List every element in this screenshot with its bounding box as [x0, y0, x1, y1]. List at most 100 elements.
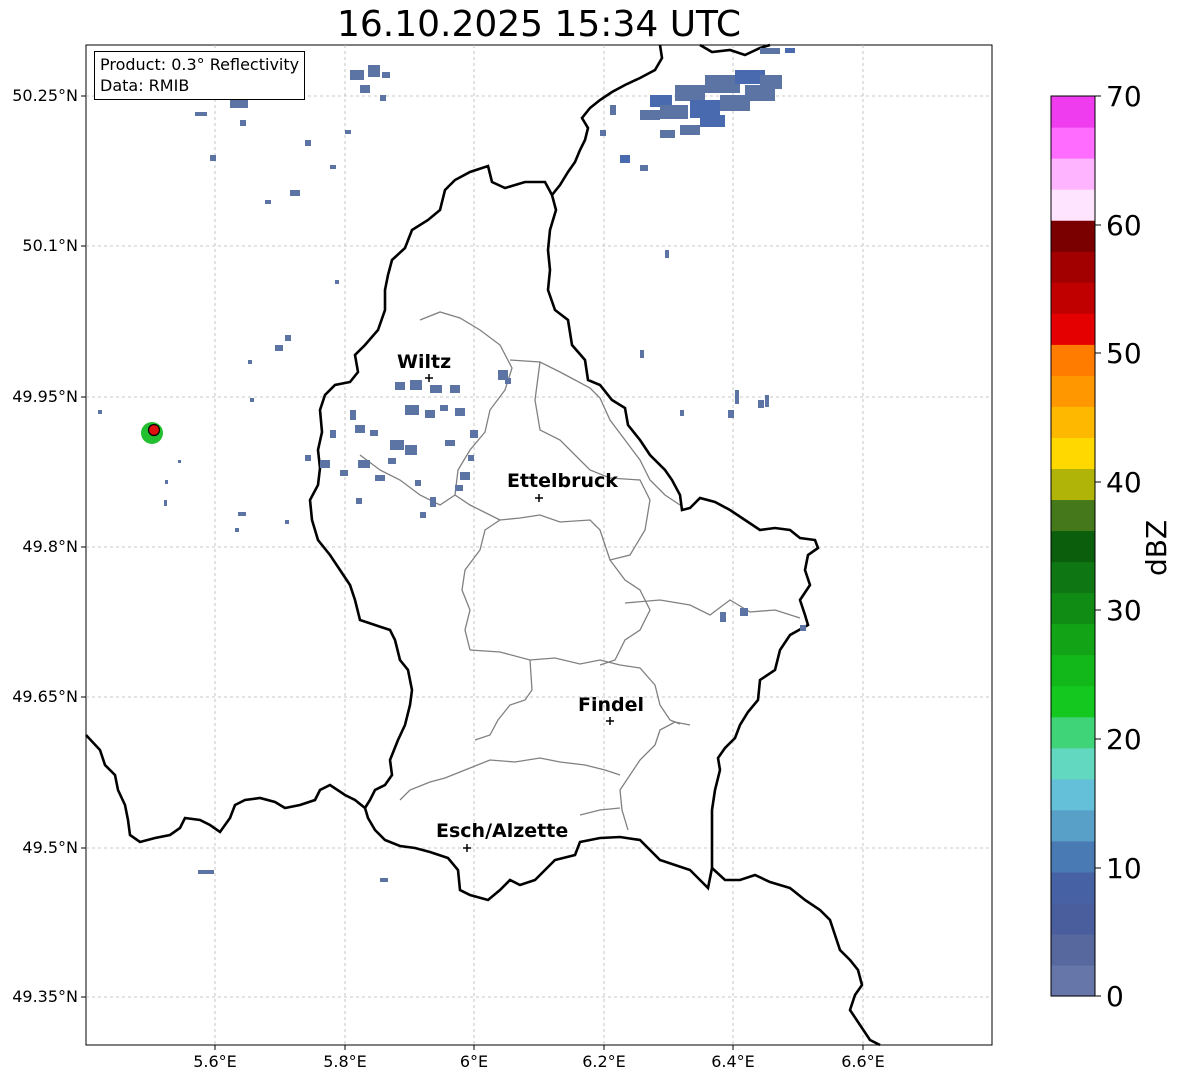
colorbar-tick-label: 10: [1106, 852, 1142, 885]
radar-echo: [195, 112, 207, 116]
lat-tick-label: 49.95°N: [12, 387, 78, 406]
colorbar-segment: [1051, 778, 1095, 811]
radar-echo: [760, 75, 782, 89]
product-info-box: Product: 0.3° Reflectivity Data: RMIB: [94, 51, 306, 100]
radar-echo: [164, 500, 167, 506]
radar-echo: [468, 455, 474, 461]
radar-echo: [230, 100, 248, 108]
radar-echo: [330, 430, 336, 438]
radar-echo: [450, 385, 460, 393]
city-label-wiltz: Wiltz: [397, 351, 452, 373]
radar-echo: [740, 608, 748, 616]
colorbar-tick-label: 20: [1106, 723, 1142, 756]
radar-echo: [375, 475, 385, 481]
radar-echo: [425, 410, 435, 418]
lon-tick-label: 5.8°E: [323, 1052, 367, 1071]
radar-echo: [350, 70, 364, 80]
radar-echo: [455, 408, 465, 416]
colorbar-segment: [1051, 344, 1095, 376]
colorbar-segment: [1051, 902, 1095, 935]
colorbar-segment: [1051, 127, 1095, 159]
colorbar-segment: [1051, 437, 1095, 470]
map-frame: [85, 44, 993, 1046]
radar-echo: [275, 345, 283, 351]
colorbar: [1051, 96, 1095, 997]
radar-echo: [248, 360, 252, 364]
radar-echo: [395, 382, 405, 390]
radar-echo: [455, 485, 463, 491]
radar-echo: [320, 460, 330, 468]
radar-echo: [238, 512, 246, 516]
radar-echo: [440, 405, 448, 411]
colorbar-segment: [1051, 530, 1095, 563]
radar-echo: [680, 410, 684, 416]
radar-echo: [178, 460, 181, 463]
colorbar-segment: [1051, 313, 1095, 345]
radar-site-center: [147, 423, 161, 437]
radar-echo: [335, 280, 339, 284]
city-label-findel: Findel: [578, 694, 645, 716]
radar-echo: [600, 130, 606, 136]
lat-tick-label: 49.8°N: [22, 537, 78, 556]
radar-echo: [305, 455, 311, 461]
radar-echo: [388, 458, 396, 464]
colorbar-tick-label: 40: [1106, 466, 1142, 499]
radar-echo: [735, 390, 739, 404]
radar-echo: [380, 878, 388, 882]
lat-tick-label: 49.5°N: [22, 838, 78, 857]
colorbar-segment: [1051, 96, 1095, 128]
lat-tick-label: 49.65°N: [12, 687, 78, 706]
radar-echo: [728, 410, 734, 418]
radar-echo: [620, 155, 630, 163]
colorbar-segment: [1051, 220, 1095, 252]
radar-echo: [640, 110, 660, 120]
radar-echo: [165, 480, 168, 484]
radar-echo: [198, 870, 214, 874]
lat-tick-label: 50.1°N: [22, 236, 78, 255]
colorbar-segment: [1051, 933, 1095, 966]
lat-tick-label: 49.35°N: [12, 987, 78, 1006]
colorbar-tick-label: 30: [1106, 594, 1142, 627]
lon-tick-label: 6°E: [459, 1052, 489, 1071]
radar-echo: [360, 85, 370, 93]
radar-echo: [445, 440, 455, 446]
colorbar-segment: [1051, 809, 1095, 842]
colorbar-segment: [1051, 623, 1095, 656]
colorbar-segment: [1051, 871, 1095, 904]
colorbar-tick-label: 60: [1106, 209, 1142, 242]
radar-echo: [355, 425, 365, 433]
radar-echo: [350, 410, 356, 420]
radar-echo: [290, 190, 300, 196]
colorbar-segment: [1051, 189, 1095, 221]
radar-echo: [430, 497, 436, 507]
radar-echo: [330, 165, 336, 169]
radar-echo: [800, 625, 806, 631]
radar-echo: [705, 75, 740, 93]
city-label-ettelbruck: Ettelbruck: [507, 470, 618, 492]
colorbar-segment: [1051, 840, 1095, 873]
radar-echo: [720, 612, 726, 622]
radar-echo: [680, 125, 700, 135]
colorbar-segment: [1051, 251, 1095, 283]
radar-echo: [405, 405, 419, 415]
colorbar-segment: [1051, 747, 1095, 780]
radar-echo: [305, 140, 311, 146]
radar-echo: [285, 335, 291, 341]
colorbar-segment: [1051, 592, 1095, 625]
radar-echo: [660, 105, 688, 119]
radar-echo: [340, 470, 348, 476]
radar-echo: [660, 130, 675, 138]
radar-echo: [415, 480, 421, 486]
colorbar-ticks: [1095, 95, 1101, 997]
radar-echo: [235, 528, 239, 532]
radar-echo: [760, 48, 780, 54]
product-label: Product: 0.3° Reflectivity: [100, 55, 300, 74]
colorbar-segment: [1051, 499, 1095, 532]
colorbar-segment: [1051, 468, 1095, 501]
colorbar-unit-label: dBZ: [1140, 519, 1173, 576]
colorbar-segment: [1051, 561, 1095, 594]
radar-echo: [98, 410, 102, 414]
radar-echo: [785, 48, 795, 53]
colorbar-segment: [1051, 654, 1095, 687]
radar-echo: [640, 350, 644, 358]
